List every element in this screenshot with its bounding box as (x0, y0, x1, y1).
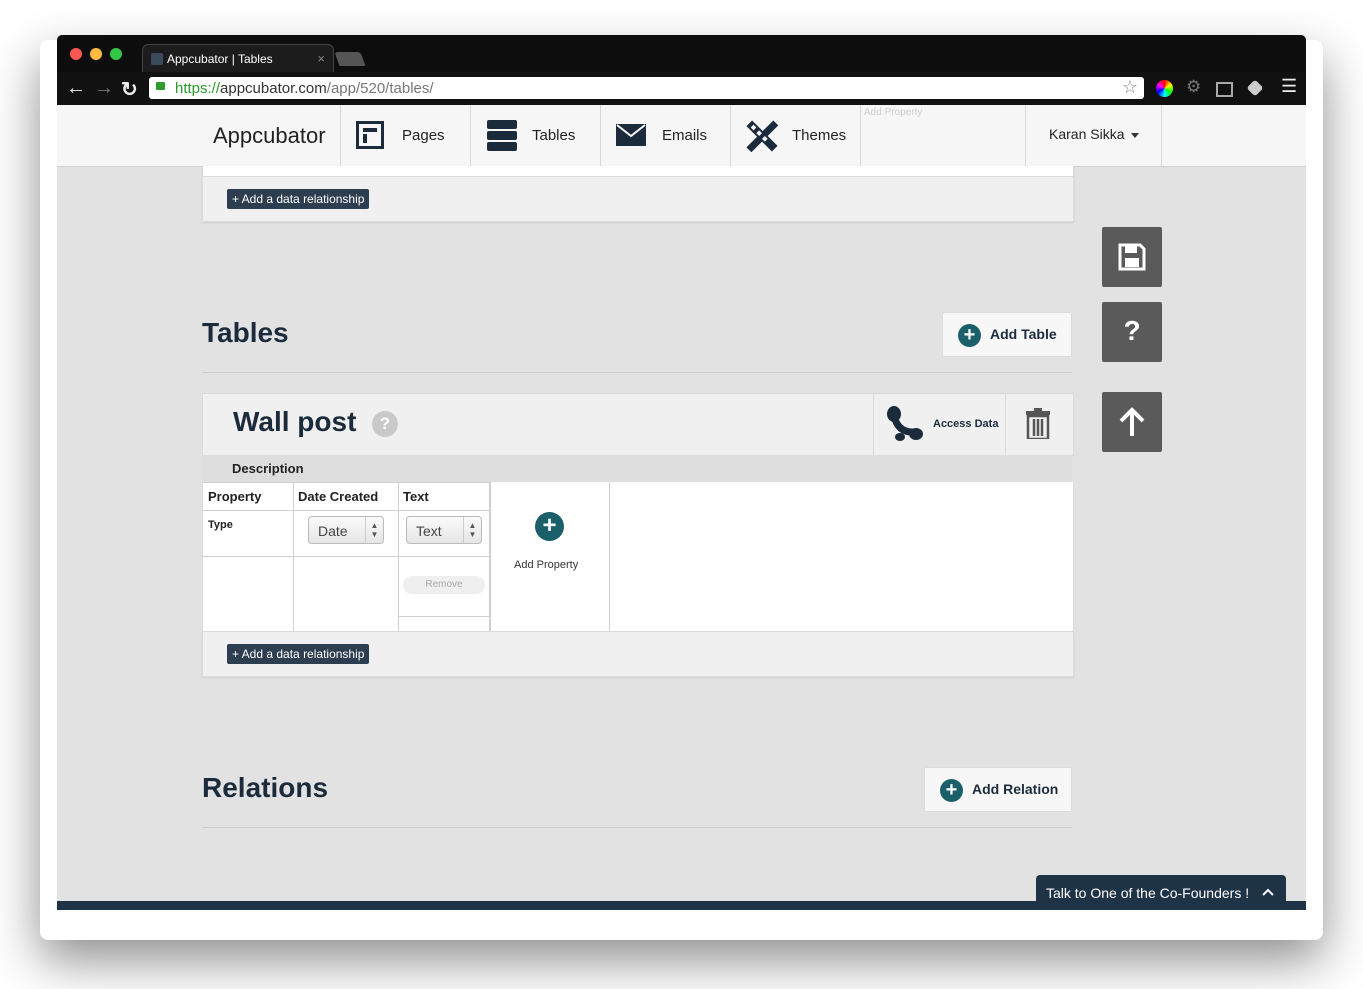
reload-icon[interactable]: ↻ (121, 77, 138, 102)
pencil-ruler-icon (746, 120, 778, 152)
description-row[interactable]: Description (202, 455, 1072, 482)
pages-icon (356, 121, 384, 149)
nav-label-emails: Emails (662, 127, 708, 144)
browser-tab[interactable]: Appcubator | Tables × (142, 44, 334, 73)
chat-label: Talk to One of the Co-Founders ! (1046, 885, 1250, 901)
grid-header-property: Property (203, 482, 294, 511)
add-property-button[interactable]: + Add Property (490, 482, 610, 631)
relations-divider (202, 827, 1072, 828)
access-data-button[interactable]: Access Data (873, 394, 1006, 455)
description-label: Description (232, 461, 304, 476)
table-card-footer: + Add a data relationship (202, 632, 1074, 677)
bookmark-star-icon[interactable]: ☆ (1122, 77, 1138, 98)
address-bar[interactable]: https://appcubator.com/app/520/tables/ ☆ (149, 77, 1144, 99)
save-button[interactable] (1102, 227, 1162, 287)
user-name: Karan Sikka (1049, 126, 1125, 142)
text-type-select[interactable]: Text ▲ ▼ (406, 516, 482, 544)
maximize-window-button[interactable] (110, 48, 122, 60)
cofounder-chat-button[interactable]: Talk to One of the Co-Founders ! (1036, 875, 1286, 910)
grid-empty-cell (399, 617, 490, 631)
caret-down-icon (1131, 133, 1139, 138)
ghost-add-property-text: Add Property (864, 107, 923, 118)
grid-empty-cell (294, 557, 399, 631)
nav-label-tables: Tables (532, 127, 576, 144)
nav-item-pages[interactable]: Pages (340, 105, 471, 166)
properties-grid: Property Date Created Text Type Date ▲ ▼ … (202, 482, 1074, 632)
nav-label-themes: Themes (792, 127, 847, 144)
previous-table-grid-edge (203, 166, 1073, 177)
floppy-disk-icon (1118, 243, 1146, 271)
app-favicon-icon (151, 53, 163, 65)
database-icon (487, 120, 517, 151)
add-relationship-button-top[interactable]: + Add a data relationship (227, 189, 370, 209)
access-key-icon (887, 406, 923, 441)
date-type-select[interactable]: Date ▲ ▼ (308, 516, 384, 544)
add-relationship-button[interactable]: + Add a data relationship (227, 644, 370, 664)
type-label: Type (208, 519, 233, 531)
trash-icon (1026, 408, 1050, 439)
color-wheel-extension-icon[interactable] (1156, 80, 1173, 97)
plus-circle-icon: + (958, 324, 981, 347)
help-button[interactable]: ? (1102, 302, 1162, 362)
lock-icon (156, 82, 165, 90)
delete-table-button[interactable] (1005, 394, 1073, 455)
tables-section-title: Tables (202, 317, 289, 348)
close-window-button[interactable] (70, 48, 82, 60)
remove-property-button[interactable]: Remove (403, 576, 485, 594)
add-relation-label: Add Relation (972, 781, 1059, 797)
add-property-label: Add Property (514, 559, 579, 571)
nav-label-pages: Pages (402, 127, 445, 144)
plus-circle-icon: + (940, 779, 963, 802)
access-data-label: Access Data (933, 418, 999, 430)
envelope-icon (616, 124, 646, 146)
browser-toolbar: ← → ↻ https://appcubator.com/app/520/tab… (57, 72, 1306, 105)
arrow-up-icon (1119, 407, 1145, 436)
forward-arrow-icon[interactable]: → (94, 77, 114, 100)
select-arrows-icon: ▲ ▼ (463, 517, 481, 543)
screenshot-extension-icon[interactable] (1216, 82, 1233, 97)
address-url: https://appcubator.com/app/520/tables/ (175, 80, 434, 97)
brand-logo[interactable]: Appcubator (213, 123, 326, 149)
browser-window: Appcubator | Tables × ← → ↻ https://appc… (57, 35, 1306, 910)
menu-icon[interactable]: ☰ (1281, 76, 1298, 96)
select-arrows-icon: ▲ ▼ (365, 517, 383, 543)
table-card-header: Wall post ? Access Data (202, 393, 1074, 456)
add-table-label: Add Table (990, 326, 1057, 342)
grid-empty-cell (203, 557, 294, 631)
add-relation-button[interactable]: + Add Relation (924, 767, 1072, 812)
back-arrow-icon[interactable]: ← (66, 77, 86, 100)
hexagon-extension-icon[interactable] (1246, 79, 1264, 97)
previous-table-card: + Add a data relationship (202, 166, 1074, 222)
scroll-top-button[interactable] (1102, 392, 1162, 452)
tables-divider (202, 372, 1072, 373)
plus-circle-icon: + (535, 512, 564, 541)
tab-close-icon[interactable]: × (317, 51, 325, 66)
help-question-label: ? (1123, 315, 1141, 346)
chevron-up-icon (1262, 888, 1274, 896)
grid-header-text[interactable]: Text (399, 482, 490, 511)
tab-title: Appcubator | Tables (167, 52, 273, 66)
new-tab-button[interactable] (334, 52, 366, 66)
table-name[interactable]: Wall post (233, 406, 356, 438)
add-table-button[interactable]: + Add Table (942, 312, 1072, 357)
gear-extension-icon[interactable]: ⚙ (1186, 77, 1203, 96)
nav-item-emails[interactable]: Emails (600, 105, 731, 166)
minimize-window-button[interactable] (90, 48, 102, 60)
relations-section-title: Relations (202, 772, 329, 803)
grid-type-label-cell: Type (203, 511, 294, 557)
nav-item-themes[interactable]: Themes (730, 105, 861, 166)
grid-header-date-created[interactable]: Date Created (294, 482, 399, 511)
browser-titlebar: Appcubator | Tables × (57, 35, 1306, 73)
user-menu[interactable]: Karan Sikka (1025, 105, 1162, 166)
table-help-icon[interactable]: ? (372, 411, 398, 437)
app-header: Appcubator Pages Tables Emails Themes Ad… (57, 105, 1306, 167)
grid-date-type-cell: Date ▲ ▼ (294, 511, 399, 557)
nav-item-tables[interactable]: Tables (470, 105, 601, 166)
grid-text-type-cell: Text ▲ ▼ (399, 511, 490, 557)
